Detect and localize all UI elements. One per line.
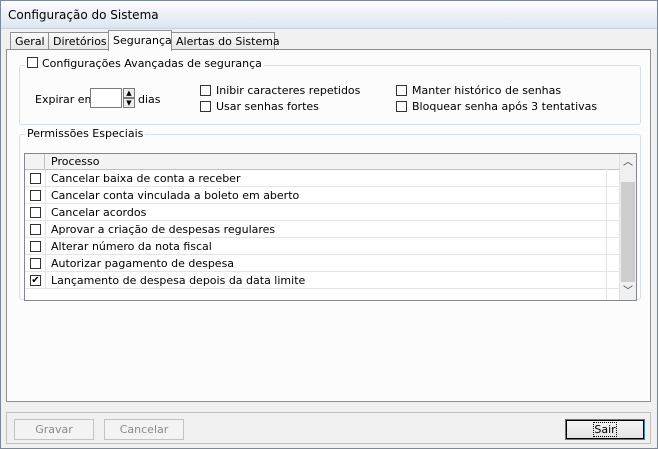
- inhibit-repeated-checkbox[interactable]: [200, 85, 211, 96]
- cell-divider: [45, 221, 46, 238]
- permission-label: Aprovar a criação de despesas regulares: [51, 223, 276, 236]
- permission-checkbox[interactable]: [30, 173, 41, 184]
- special-permissions-group: Permissões Especiais Processo Cancelar b…: [19, 127, 641, 301]
- advanced-security-checkbox[interactable]: [27, 57, 38, 68]
- cell-divider: [45, 255, 46, 272]
- table-row[interactable]: Cancelar conta vinculada a boleto em abe…: [25, 187, 619, 204]
- cell-divider: [45, 170, 46, 187]
- title-bar: Configuração do Sistema: [1, 1, 657, 29]
- permission-label: Lançamento de despesa depois da data lim…: [51, 274, 306, 287]
- permission-label: Cancelar acordos: [51, 206, 147, 219]
- permission-checkbox[interactable]: [30, 258, 41, 269]
- tab-alertas[interactable]: Alertas do Sistema: [171, 32, 280, 49]
- table-row[interactable]: ✔ Lançamento de despesa depois da data li…: [25, 272, 619, 289]
- permission-label: Autorizar pagamento de despesa: [51, 257, 235, 270]
- tab-geral[interactable]: Geral: [10, 32, 49, 49]
- cancel-button-label: Cancelar: [119, 423, 169, 436]
- password-history-checkbox[interactable]: [396, 85, 407, 96]
- strong-passwords-checkbox[interactable]: [200, 101, 211, 112]
- strong-passwords-label: Usar senhas fortes: [216, 100, 319, 113]
- cell-divider: [45, 187, 46, 204]
- spin-up-icon[interactable]: ▲: [123, 88, 135, 98]
- tab-seguranca[interactable]: Segurança: [108, 30, 172, 51]
- block-after-attempts-checkbox[interactable]: [396, 101, 407, 112]
- grid-header: Processo: [25, 154, 619, 170]
- special-permissions-legend: Permissões Especiais: [25, 127, 146, 140]
- permission-checkbox[interactable]: [30, 224, 41, 235]
- save-button-label: Gravar: [35, 423, 73, 436]
- cell-divider: [45, 238, 46, 255]
- block-after-attempts-label: Bloquear senha após 3 tentativas: [412, 100, 598, 113]
- scroll-thumb[interactable]: [621, 182, 635, 282]
- permission-label: Cancelar conta vinculada a boleto em abe…: [51, 189, 300, 202]
- security-tab-panel: Configurações Avançadas de segurança Exp…: [6, 49, 651, 402]
- permissions-grid: Processo Cancelar baixa de conta a receb…: [24, 153, 637, 301]
- spin-down-icon[interactable]: ▼: [123, 98, 135, 108]
- header-check-column: [25, 154, 45, 169]
- expire-unit-label: dias: [138, 93, 161, 106]
- permission-label: Alterar número da nota fiscal: [51, 240, 212, 253]
- header-processo[interactable]: Processo: [51, 155, 99, 168]
- password-history-label: Manter histórico de senhas: [412, 84, 562, 97]
- cell-divider: [45, 272, 46, 289]
- table-row[interactable]: Aprovar a criação de despesas regulares: [25, 221, 619, 238]
- table-row[interactable]: Alterar número da nota fiscal: [25, 238, 619, 255]
- save-button[interactable]: Gravar: [14, 419, 94, 440]
- permission-checkbox[interactable]: [30, 190, 41, 201]
- expire-days-spinner: ▲ ▼: [123, 88, 135, 108]
- window-title: Configuração do Sistema: [8, 8, 159, 22]
- cancel-button[interactable]: Cancelar: [104, 419, 184, 440]
- permission-checkbox[interactable]: ✔: [30, 275, 41, 286]
- permission-label: Cancelar baixa de conta a receber: [51, 172, 241, 185]
- button-bar: Gravar Cancelar Sair: [6, 412, 651, 444]
- table-row[interactable]: Cancelar acordos: [25, 204, 619, 221]
- cell-divider: [45, 204, 46, 221]
- advanced-security-group: Configurações Avançadas de segurança Exp…: [19, 57, 641, 125]
- expire-days-input[interactable]: [90, 88, 122, 108]
- expire-label: Expirar em: [35, 93, 96, 106]
- config-window: Configuração do Sistema Geral Diretórios…: [0, 0, 658, 449]
- grid-column-divider: [606, 169, 607, 300]
- scroll-down-icon[interactable]: ﹀: [620, 283, 636, 300]
- permission-checkbox[interactable]: [30, 207, 41, 218]
- inhibit-repeated-label: Inibir caracteres repetidos: [216, 84, 361, 97]
- permission-checkbox[interactable]: [30, 241, 41, 252]
- table-row[interactable]: Autorizar pagamento de despesa: [25, 255, 619, 272]
- scroll-up-icon[interactable]: ︿: [620, 154, 636, 171]
- exit-button-label: Sair: [593, 422, 617, 437]
- exit-button[interactable]: Sair: [565, 419, 645, 440]
- advanced-security-label: Configurações Avançadas de segurança: [42, 57, 262, 70]
- grid-vertical-scrollbar[interactable]: ︿ ﹀: [619, 154, 636, 300]
- advanced-security-legend: Configurações Avançadas de segurança: [25, 57, 264, 70]
- tab-diretorios[interactable]: Diretórios: [48, 32, 109, 49]
- table-row[interactable]: Cancelar baixa de conta a receber: [25, 170, 619, 187]
